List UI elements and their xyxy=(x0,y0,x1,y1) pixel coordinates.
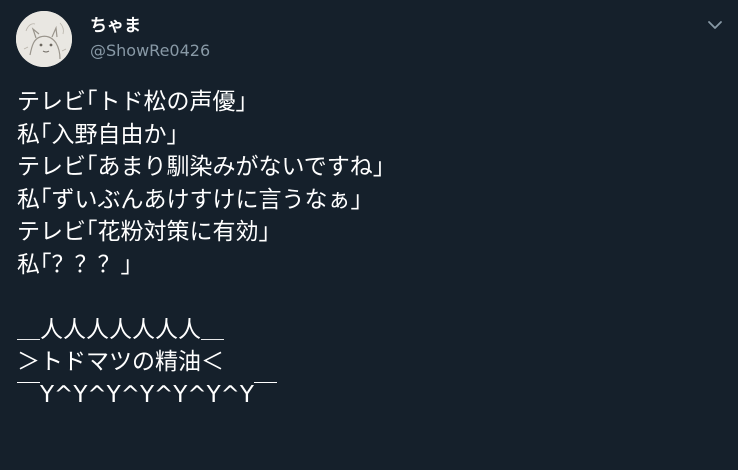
avatar[interactable] xyxy=(16,11,72,67)
tweet-line xyxy=(17,281,727,314)
tweet-line: ￣Y^Y^Y^Y^Y^Y^Y￣ xyxy=(17,381,277,408)
tweet-line: 私｢ずいぶんあけすけに言うなぁ｣ xyxy=(17,186,362,213)
author-display-name[interactable]: ちゃま xyxy=(90,15,141,37)
tweet-line: ＞トドマツの精油＜ xyxy=(17,349,224,375)
tweet-text: テレビ｢トド松の声優｣ 私｢入野自由か｣ テレビ｢あまり馴染みがないですね｣ 私… xyxy=(17,86,727,411)
author-handle[interactable]: @ShowRe0426 xyxy=(90,40,210,62)
tweet-line: テレビ｢トド松の声優｣ xyxy=(17,89,247,115)
chevron-down-icon xyxy=(708,21,722,29)
tweet-card: ちゃま @ShowRe0426 テレビ｢トド松の声優｣ 私｢入野自由か｣ テレビ… xyxy=(0,0,738,470)
tweet-line: 私｢？？？｣ xyxy=(17,251,132,278)
tweet-line: 私｢入野自由か｣ xyxy=(17,121,178,148)
tweet-line: テレビ｢あまり馴染みがないですね｣ xyxy=(17,154,385,180)
avatar-drawing-icon xyxy=(16,11,72,67)
tweet-menu-button[interactable] xyxy=(704,14,726,36)
tweet-line: テレビ｢花粉対策に有効｣ xyxy=(17,219,270,245)
tweet-line: ＿人人人人人人人＿ xyxy=(17,316,224,343)
